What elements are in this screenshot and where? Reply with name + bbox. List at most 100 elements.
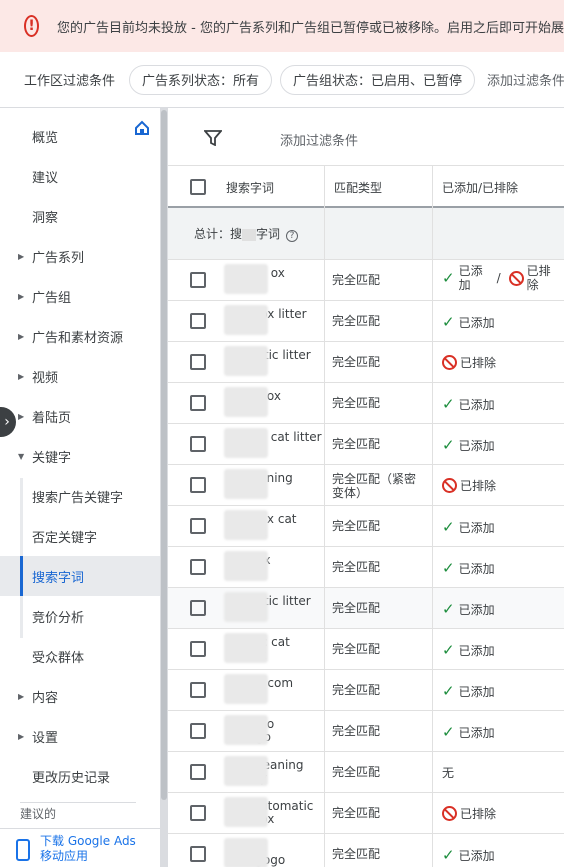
- table-row[interactable]: ox完全匹配✓已添加: [168, 547, 564, 588]
- sidebar-item-label: 广告和素材资源: [32, 330, 124, 346]
- redacted-text: [224, 592, 268, 622]
- match-type: 完全匹配: [332, 437, 381, 451]
- sidebar-item-4[interactable]: ▶ 广告组: [0, 276, 160, 316]
- row-checkbox[interactable]: [190, 313, 206, 329]
- row-checkbox[interactable]: [190, 600, 206, 616]
- sidebar-item-16[interactable]: 更改历史记录: [0, 756, 160, 796]
- table-row[interactable]: ch cat litter bo完全匹配✓已添加: [168, 424, 564, 465]
- sidebar-nav: 概览 建议 洞察 ▶ 广告系列 ▶ 广告组 ▶ 广告和素材资源 ▶ 视频 ▶ 着陆页 ▼ 关键字 搜索广告关键…: [0, 108, 160, 867]
- divider: [20, 802, 136, 803]
- sidebar-item-8[interactable]: ▼ 关键字: [0, 436, 160, 476]
- table-row[interactable]: c ox完全匹配✓已添 加/已排 除: [168, 260, 564, 301]
- sidebar-item-5[interactable]: ▶ 广告和素材资源: [0, 316, 160, 356]
- download-app-link[interactable]: 下载 Google Ads 移动应用: [0, 828, 160, 867]
- campaign-status-chip[interactable]: 广告系列状态：所有: [129, 64, 273, 95]
- sidebar-item-7[interactable]: ▶ 着陆页: [0, 396, 160, 436]
- add-workspace-filter-link[interactable]: 添加过滤条件: [487, 70, 564, 89]
- table-row[interactable]: c bo i go完全匹配✓已添加: [168, 711, 564, 752]
- check-icon: ✓: [442, 723, 455, 741]
- table-row[interactable]: atic litter 完全匹配 ✓ 已添加: [168, 588, 564, 629]
- match-type: 完全匹配: [332, 847, 381, 861]
- table-row[interactable]: ox litter完全匹配✓已添加: [168, 301, 564, 342]
- table-row[interactable]: cleaning ay完全匹配无: [168, 752, 564, 793]
- match-type: 完全匹配: [332, 724, 381, 738]
- redacted-text: [224, 428, 268, 458]
- row-checkbox[interactable]: [190, 805, 206, 821]
- added-excluded-status[interactable]: ✓ 已添加: [442, 313, 495, 331]
- added-excluded-status[interactable]: ✓ 已添加: [442, 600, 495, 618]
- row-checkbox[interactable]: [190, 682, 206, 698]
- row-checkbox[interactable]: [190, 723, 206, 739]
- column-header-term[interactable]: 搜索字词: [226, 179, 274, 196]
- added-excluded-status[interactable]: 已排除: [442, 354, 496, 371]
- added-excluded-status[interactable]: ✓ 已添加: [442, 682, 495, 700]
- row-checkbox[interactable]: [190, 846, 206, 862]
- row-checkbox[interactable]: [190, 354, 206, 370]
- status-label: 已添加: [458, 397, 495, 412]
- added-excluded-status[interactable]: ✓ 已添加: [442, 395, 495, 413]
- status-label: 已添加: [458, 520, 495, 535]
- sidebar-item-11[interactable]: 搜索字词: [0, 556, 160, 596]
- table-row[interactable]: atic litter bo完全匹配已排除: [168, 342, 564, 383]
- match-type: 完全匹配: [332, 683, 381, 697]
- sidebar-item-9[interactable]: 搜索广告关键字: [0, 476, 160, 516]
- status-label: 已排除: [460, 807, 497, 821]
- sidebar-item-15[interactable]: ▶ 设置: [0, 716, 160, 756]
- select-all-checkbox[interactable]: [190, 179, 206, 195]
- sidebar-item-label: 着陆页: [32, 410, 72, 426]
- sidebar-item-12[interactable]: 竞价分析: [0, 596, 160, 636]
- caret-right-icon: ▶: [18, 291, 25, 301]
- sidebar-item-14[interactable]: ▶ 内容: [0, 676, 160, 716]
- sidebar-item-2[interactable]: 洞察: [0, 196, 160, 236]
- column-header-match[interactable]: 匹配类型: [334, 179, 382, 196]
- sidebar-item-13[interactable]: 受众群体: [0, 636, 160, 676]
- home-icon[interactable]: [134, 120, 150, 136]
- table-row[interactable]: x com完全匹配✓已添加: [168, 670, 564, 711]
- sidebar-item-label: 竞价分析: [32, 610, 85, 626]
- sidebar-item-label: 设置: [32, 730, 59, 746]
- table-filter-bar: 添加过滤条件: [168, 108, 564, 166]
- table-row[interactable]: s ning li完全匹配（紧密 变体）已排除: [168, 465, 564, 506]
- added-excluded-status[interactable]: 无: [442, 764, 454, 781]
- filter-icon[interactable]: [204, 130, 222, 146]
- suggested-section-label: 建议的: [20, 807, 57, 821]
- sidebar-item-1[interactable]: 建议: [0, 156, 160, 196]
- sidebar-item-6[interactable]: ▶ 视频: [0, 356, 160, 396]
- added-excluded-status[interactable]: ✓ 已添加: [442, 641, 495, 659]
- row-checkbox[interactable]: [190, 477, 206, 493]
- added-excluded-status[interactable]: 已排除: [442, 477, 496, 494]
- row-checkbox[interactable]: [190, 436, 206, 452]
- row-checkbox[interactable]: [190, 272, 206, 288]
- sidebar-item-10[interactable]: 否定关键字: [0, 516, 160, 556]
- table-row[interactable]: automatic box完全匹配已排除: [168, 793, 564, 834]
- add-filter-link[interactable]: 添加过滤条件: [280, 130, 358, 149]
- caret-down-icon: ▼: [18, 451, 25, 461]
- added-excluded-status[interactable]: ✓ 已添加: [442, 559, 495, 577]
- redacted-text: [224, 510, 268, 540]
- table-row[interactable]: c x cat ox完全匹配✓已添加: [168, 506, 564, 547]
- help-icon[interactable]: ?: [286, 230, 299, 242]
- sidebar-item-3[interactable]: ▶ 广告系列: [0, 236, 160, 276]
- row-checkbox[interactable]: [190, 641, 206, 657]
- added-excluded-status[interactable]: ✓ 已添加: [442, 436, 495, 454]
- sidebar-scrollbar-thumb[interactable]: [161, 110, 167, 800]
- table-row[interactable]: ox indiegogo完全匹配✓已添加: [168, 834, 564, 867]
- row-checkbox[interactable]: [190, 518, 206, 534]
- caret-right-icon: ▶: [18, 731, 25, 741]
- added-excluded-status[interactable]: ✓ 已添加: [442, 846, 495, 864]
- status-label: 已添加: [458, 725, 495, 740]
- column-header-status[interactable]: 已添加/已排除: [442, 179, 518, 196]
- table-row[interactable]: tic cat ox完全匹配✓已添加: [168, 629, 564, 670]
- added-excluded-status[interactable]: ✓ 已添加: [442, 723, 495, 741]
- match-type: 完全匹配（紧密 变体）: [332, 472, 417, 500]
- added-excluded-status[interactable]: 已排除: [442, 805, 496, 822]
- row-checkbox[interactable]: [190, 559, 206, 575]
- row-checkbox[interactable]: [190, 764, 206, 780]
- redacted-text: [224, 346, 268, 376]
- row-checkbox[interactable]: [190, 395, 206, 411]
- table-row[interactable]: ch ox完全匹配✓已添加: [168, 383, 564, 424]
- added-excluded-status[interactable]: ✓ 已添加: [442, 518, 495, 536]
- added-excluded-status[interactable]: ✓ 已添 加 / 已排 除: [442, 264, 551, 292]
- check-icon: ✓: [442, 641, 455, 659]
- adgroup-status-chip[interactable]: 广告组状态：已启用、已暂停: [280, 64, 476, 95]
